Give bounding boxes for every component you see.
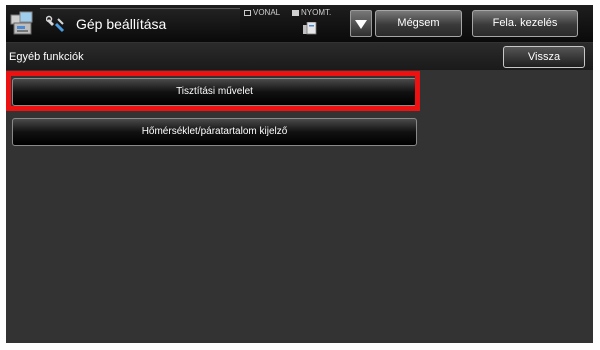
sub-header: Egyéb funkciók Vissza [6,43,593,70]
temperature-humidity-display-button[interactable]: Hőmérséklet/páratartalom kijelző [12,118,417,146]
cancel-button[interactable]: Mégsem [375,10,462,37]
selection-highlight [6,71,420,111]
home-button[interactable] [8,9,36,37]
home-icon [10,11,33,35]
print-mode-label: NYOMT. [301,8,332,17]
section-title: Egyéb funkciók [9,51,84,63]
page-title: Gép beállítása [76,16,167,32]
triangle-down-icon [355,20,367,29]
line-mode-indicator: VONAL [244,8,280,17]
job-status-icon [303,22,317,35]
print-mode-indicator: NYOMT. [292,8,331,17]
settings-icon [46,15,65,33]
screen: Gép beállítása VONAL NYOMT. Mégsem Fela.… [6,5,593,343]
line-mode-box [244,9,251,16]
header-bar: Gép beállítása VONAL NYOMT. Mégsem Fela.… [6,5,593,42]
title-area: Gép beállítása [40,8,240,39]
back-button[interactable]: Vissza [503,46,585,68]
print-mode-box [292,9,299,16]
job-status-button[interactable]: Fela. kezelés [472,10,578,37]
dropdown-button[interactable] [350,10,372,37]
line-mode-label: VONAL [253,8,281,17]
